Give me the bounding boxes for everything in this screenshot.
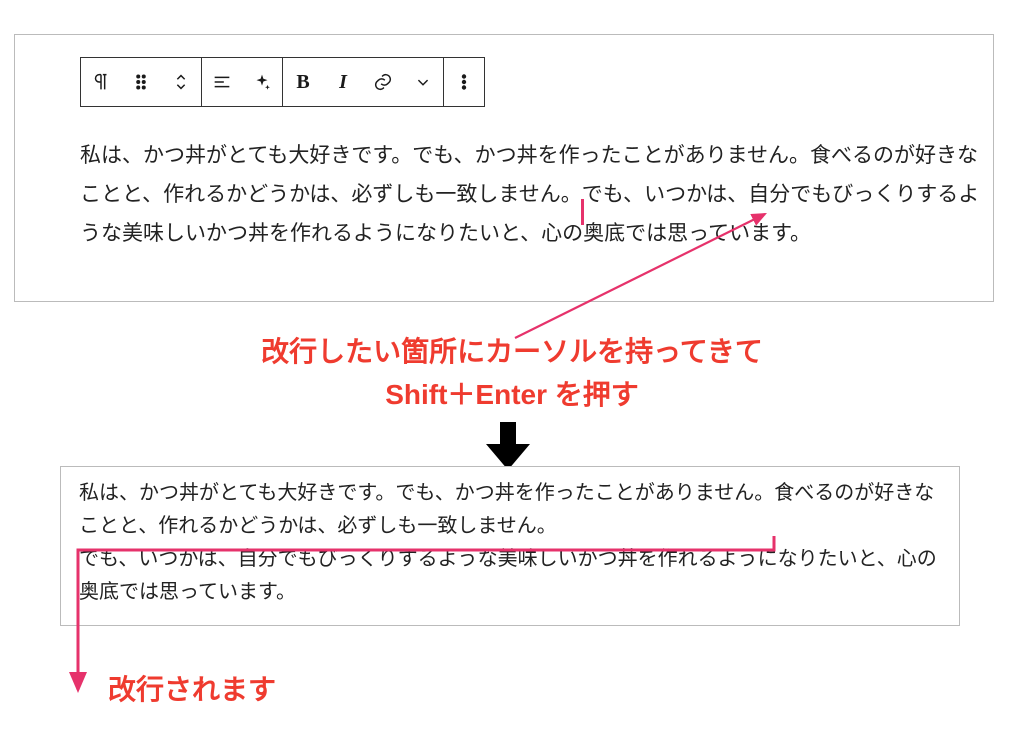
ai-sparkle-button[interactable]: [242, 58, 282, 106]
block-toolbar: B I: [80, 57, 485, 107]
after-line1: 私は、かつ丼がとても大好きです。でも、かつ丼を作ったことがありません。食べるのが…: [79, 482, 934, 537]
chevron-down-icon: [412, 71, 434, 93]
link-button[interactable]: [363, 58, 403, 106]
toolbar-group-block: [81, 58, 202, 106]
annotation-main-line1: 改行したい箇所にカーソルを持ってきて: [0, 330, 1024, 373]
align-icon: [211, 71, 233, 93]
bold-button[interactable]: B: [283, 58, 323, 106]
paragraph-button[interactable]: [81, 58, 121, 106]
italic-icon: I: [339, 71, 347, 94]
big-down-arrow: [478, 422, 538, 472]
drag-handle-icon: [130, 71, 152, 93]
more-options-button[interactable]: [444, 58, 484, 106]
toolbar-group-format: [202, 58, 283, 106]
paragraph-block-after[interactable]: 私は、かつ丼がとても大好きです。でも、かつ丼を作ったことがありません。食べるのが…: [79, 477, 944, 609]
more-vertical-icon: [453, 71, 475, 93]
toolbar-group-inline: B I: [283, 58, 444, 106]
bold-icon: B: [296, 71, 309, 94]
inline-more-button[interactable]: [403, 58, 443, 106]
editor-frame-before: B I 私は、かつ丼がとても大好きです。でも、かつ丼を作ったことがありません。食…: [14, 34, 994, 302]
drag-handle-button[interactable]: [121, 58, 161, 106]
after-line2: でも、いつかは、自分でもびっくりするような美味しいかつ丼を作れるようになりたいと…: [79, 548, 937, 603]
annotation-sub: 改行されます: [108, 668, 276, 708]
paragraph-block-before[interactable]: 私は、かつ丼がとても大好きです。でも、かつ丼を作ったことがありません。食べるのが…: [80, 137, 980, 254]
sparkle-icon: [251, 71, 273, 93]
italic-button[interactable]: I: [323, 58, 363, 106]
align-button[interactable]: [202, 58, 242, 106]
toolbar-group-more: [444, 58, 484, 106]
pilcrow-icon: [90, 71, 112, 93]
annotation-main: 改行したい箇所にカーソルを持ってきて Shift＋Enter を押す: [0, 330, 1024, 417]
annotation-main-line2: Shift＋Enter を押す: [0, 373, 1024, 416]
move-updown-button[interactable]: [161, 58, 201, 106]
link-icon: [372, 71, 394, 93]
editor-frame-after: 私は、かつ丼がとても大好きです。でも、かつ丼を作ったことがありません。食べるのが…: [60, 466, 960, 626]
move-updown-icon: [170, 71, 192, 93]
